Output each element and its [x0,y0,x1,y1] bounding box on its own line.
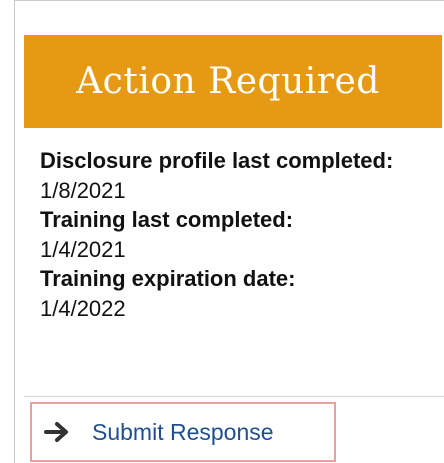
banner-title: Action Required [76,61,380,102]
action-required-banner: Action Required [24,35,442,128]
status-details: Disclosure profile last completed: 1/8/2… [40,146,430,323]
training-label: Training last completed: [40,207,294,232]
submit-response-label: Submit Response [92,418,274,445]
disclosure-date: 1/8/2021 [40,177,126,203]
expiration-date: 1/4/2022 [40,295,126,321]
expiration-label: Training expiration date: [40,266,296,291]
disclosure-label: Disclosure profile last completed: [40,148,394,173]
training-date: 1/4/2021 [40,236,126,262]
divider [24,396,444,397]
arrow-right-icon [44,421,70,443]
submit-response-button[interactable]: Submit Response [30,402,336,462]
